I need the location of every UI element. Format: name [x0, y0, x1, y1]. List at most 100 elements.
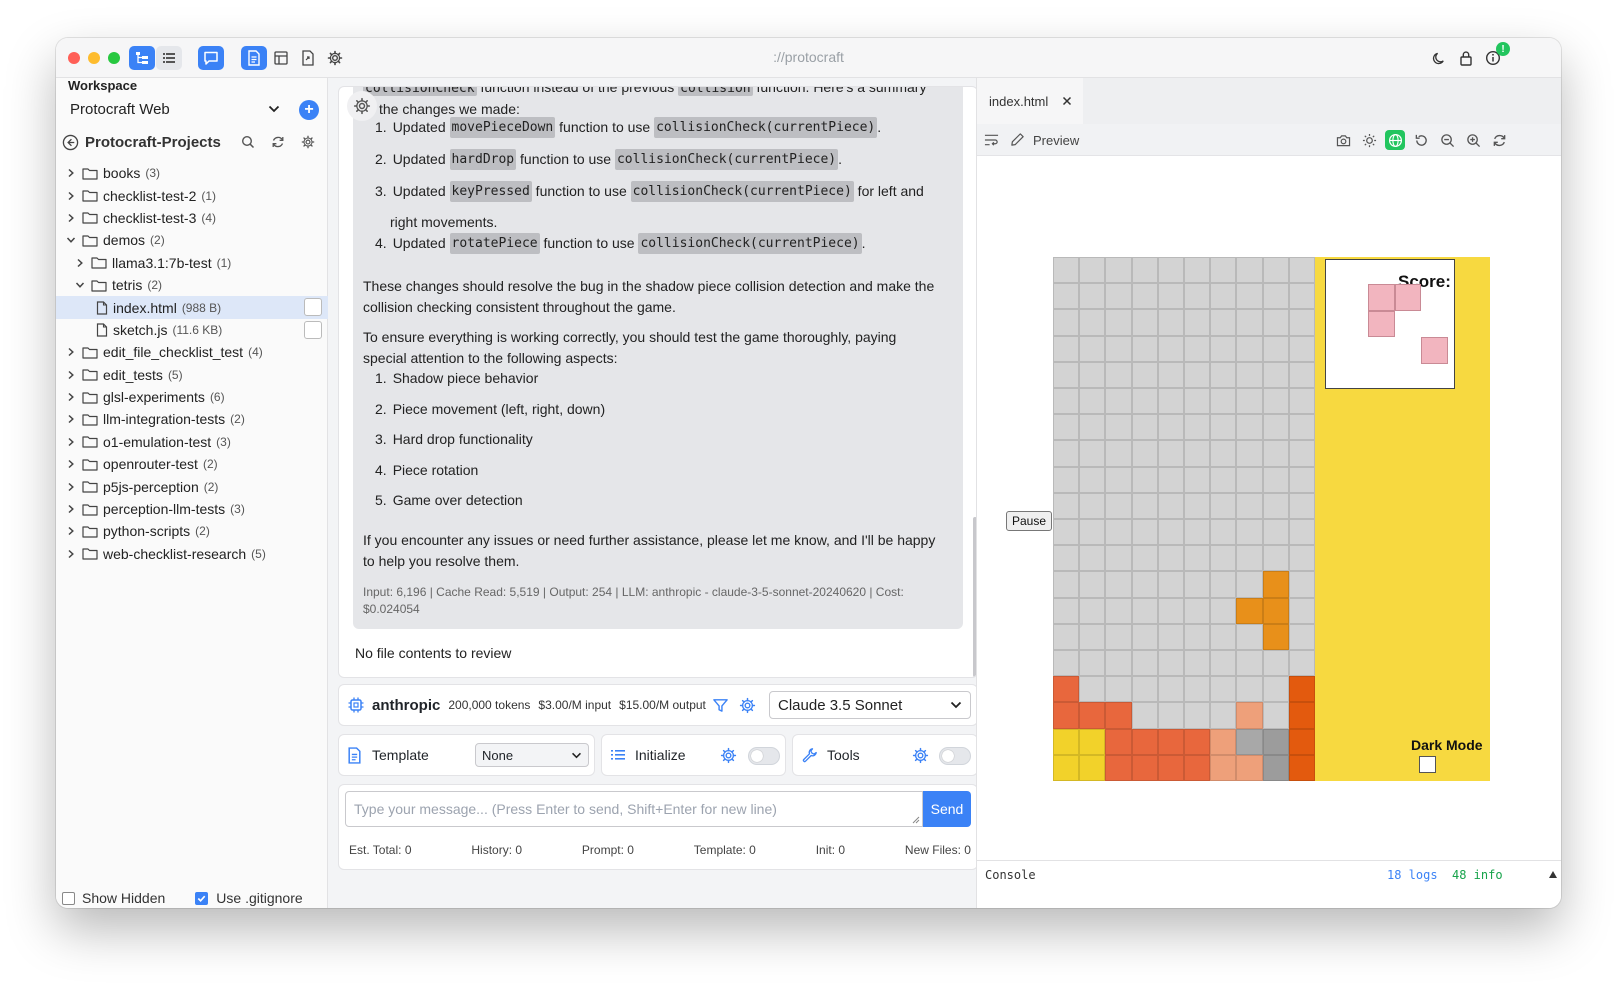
tetris-empty-cell — [1288, 414, 1315, 441]
model-select[interactable]: Claude 3.5 Sonnet — [769, 691, 971, 719]
search-button[interactable] — [236, 130, 260, 154]
file-select-checkbox[interactable] — [304, 298, 322, 317]
zoom-out-button[interactable] — [1437, 130, 1457, 150]
sidebar: Workspace Protocraft Web + Protocraft-Pr… — [56, 78, 328, 908]
chat-history[interactable]: collisionCheck function instead of the p… — [338, 86, 978, 678]
list-number: 3. — [375, 183, 387, 199]
expand-toggle[interactable] — [64, 166, 78, 180]
workspace-select[interactable]: Protocraft Web — [66, 96, 288, 122]
tree-item-count: (1) — [201, 188, 217, 203]
rotate-ccw-icon — [1415, 134, 1427, 146]
folder-icon-wrap — [82, 547, 98, 560]
resize-handle-icon[interactable] — [912, 816, 920, 824]
send-button[interactable]: Send — [923, 791, 971, 827]
expand-toggle[interactable] — [64, 368, 78, 382]
gear-icon[interactable] — [720, 747, 737, 764]
tetris-empty-cell — [1131, 702, 1158, 729]
folder-tree-item[interactable]: edit_tests (5) — [56, 364, 328, 386]
folder-tree-item[interactable]: books (3) — [56, 162, 328, 184]
tetris-empty-cell — [1131, 466, 1158, 493]
tetris-empty-cell — [1157, 414, 1184, 441]
folder-tree-item[interactable]: openrouter-test (2) — [56, 453, 328, 475]
folder-tree-item[interactable]: o1-emulation-test (3) — [56, 431, 328, 453]
dark-mode-checkbox[interactable] — [1419, 756, 1436, 773]
initialize-toggle[interactable] — [748, 747, 780, 765]
tools-toggle[interactable] — [939, 747, 971, 765]
message-settings-button[interactable] — [347, 91, 377, 121]
dark-mode-toggle-button[interactable] — [1426, 46, 1452, 70]
wrap-lines-icon[interactable] — [984, 133, 999, 147]
expand-toggle[interactable] — [64, 457, 78, 471]
tetris-block — [1079, 728, 1106, 755]
expand-toggle[interactable] — [64, 524, 78, 538]
message-text: . — [838, 151, 843, 167]
tetris-empty-cell — [1184, 597, 1211, 624]
folder-tree-item[interactable]: python-scripts (2) — [56, 520, 328, 542]
lock-button[interactable] — [1453, 46, 1479, 70]
expand-toggle[interactable] — [73, 256, 87, 270]
back-arrow-icon[interactable] — [62, 134, 79, 151]
chevron-right-icon — [68, 169, 74, 178]
expand-toggle[interactable] — [64, 502, 78, 516]
folder-tree-item[interactable]: edit_file_checklist_test (4) — [56, 341, 328, 363]
use-gitignore-checkbox[interactable] — [195, 891, 209, 905]
initialize-card: Initialize — [601, 734, 786, 776]
gear-icon[interactable] — [739, 697, 756, 714]
token-stat: New Files: 0 — [905, 843, 971, 857]
brightness-button[interactable] — [1359, 130, 1379, 150]
token-limit: 200,000 tokens — [448, 698, 531, 712]
folder-tree-item[interactable]: llm-integration-tests (2) — [56, 408, 328, 430]
zoom-in-button[interactable] — [1463, 130, 1483, 150]
no-files-message: No file contents to review — [355, 645, 512, 661]
tetris-empty-cell — [1105, 440, 1132, 467]
folder-tree-item[interactable]: checklist-test-3 (4) — [56, 207, 328, 229]
expand-toggle[interactable] — [64, 412, 78, 426]
file-tree-item[interactable]: sketch.js (11.6 KB) — [56, 319, 328, 341]
gear-icon[interactable] — [912, 747, 929, 764]
preview-frame[interactable]: Pause Score: 0 Dark Mode — [977, 156, 1561, 860]
file-select-checkbox[interactable] — [304, 320, 322, 339]
screenshot-button[interactable] — [1333, 130, 1353, 150]
file-tree-item[interactable]: index.html (988 B) — [56, 296, 328, 319]
folder-tree-item[interactable]: demos (2) — [56, 229, 328, 251]
project-settings-button[interactable] — [296, 130, 320, 154]
close-icon[interactable] — [1062, 96, 1072, 106]
tree-item-count: (3) — [216, 434, 231, 449]
folder-tree-item[interactable]: perception-llm-tests (3) — [56, 498, 328, 520]
folder-tree-item[interactable]: llama3.1:7b-test (1) — [56, 252, 328, 274]
pause-button[interactable]: Pause — [1006, 511, 1052, 531]
tetris-empty-cell — [1288, 257, 1315, 284]
pencil-icon[interactable] — [1010, 132, 1025, 147]
expand-toggle[interactable] — [64, 390, 78, 404]
expand-toggle[interactable] — [64, 547, 78, 561]
inline-code: keyPressed — [449, 181, 532, 202]
console-bar[interactable]: Console 18 logs 48 info — [977, 860, 1561, 908]
add-workspace-button[interactable]: + — [299, 100, 319, 120]
reload-button[interactable] — [1489, 130, 1509, 150]
expand-toggle[interactable] — [64, 233, 78, 247]
show-hidden-checkbox[interactable] — [62, 891, 75, 905]
expand-toggle[interactable] — [64, 189, 78, 203]
tetris-empty-cell — [1262, 676, 1289, 703]
tab-index-html[interactable]: index.html — [977, 78, 1083, 124]
message-input[interactable]: Type your message... (Press Enter to sen… — [345, 791, 923, 827]
folder-tree-item[interactable]: checklist-test-2 (1) — [56, 184, 328, 206]
folder-tree-item[interactable]: glsl-experiments (6) — [56, 386, 328, 408]
expand-toggle[interactable] — [64, 211, 78, 225]
expand-toggle[interactable] — [64, 480, 78, 494]
template-select[interactable]: None — [475, 743, 589, 767]
filter-icon[interactable] — [712, 697, 729, 714]
folder-tree-item[interactable]: tetris (2) — [56, 274, 328, 296]
expand-toggle[interactable] — [64, 345, 78, 359]
expand-toggle[interactable] — [64, 435, 78, 449]
folder-icon — [82, 481, 98, 493]
undo-button[interactable] — [1411, 130, 1431, 150]
caret-up-icon[interactable] — [1549, 871, 1557, 878]
folder-tree-item[interactable]: web-checklist-research (5) — [56, 543, 328, 565]
folder-icon-wrap — [82, 391, 98, 404]
tetris-block — [1105, 728, 1132, 755]
web-view-button[interactable] — [1385, 130, 1405, 150]
folder-tree-item[interactable]: p5js-perception (2) — [56, 475, 328, 497]
expand-toggle[interactable] — [73, 278, 87, 292]
refresh-button[interactable] — [266, 130, 290, 154]
